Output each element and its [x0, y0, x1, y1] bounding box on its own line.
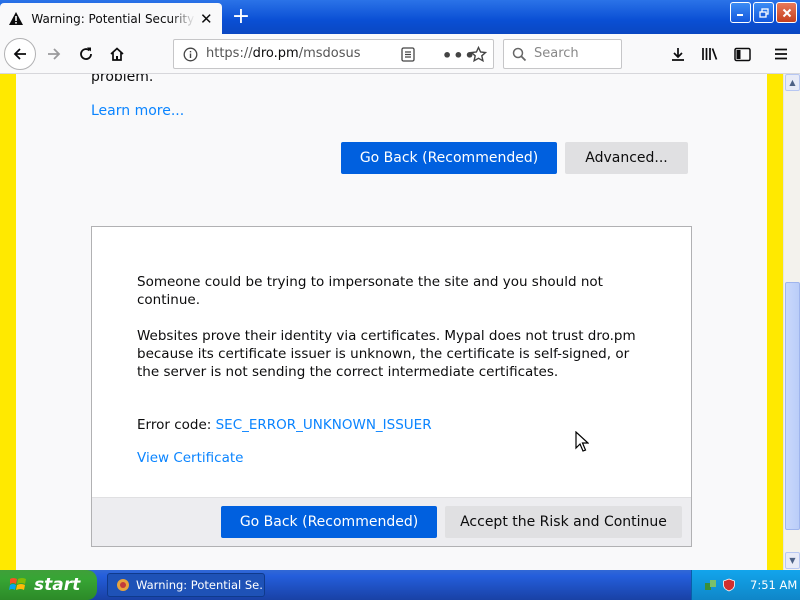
page-content: problem. Learn more... Go Back (Recommen… — [0, 74, 783, 570]
view-certificate-link[interactable]: View Certificate — [137, 450, 243, 466]
taskbar: start Warning: Potential Se... 7:51 AM — [0, 570, 800, 600]
minimize-button[interactable] — [730, 2, 751, 23]
start-button[interactable]: start — [0, 570, 97, 600]
forward-button[interactable] — [38, 38, 70, 70]
new-tab-button[interactable]: + — [228, 5, 254, 29]
reload-icon — [80, 47, 92, 60]
browser-app-icon — [117, 579, 129, 591]
arrow-left-icon — [13, 48, 26, 60]
scroll-down-arrow-icon[interactable]: ▼ — [785, 552, 800, 569]
tab-close-icon[interactable]: ✕ — [199, 10, 214, 28]
download-icon — [672, 48, 684, 61]
clock: 7:51 AM — [750, 578, 798, 592]
url-bar[interactable]: https://dro.pm/msdosus ••• — [173, 39, 494, 69]
window-controls — [730, 2, 797, 23]
mouse-cursor-icon — [575, 430, 590, 453]
taskbar-item-label: Warning: Potential Se... — [136, 578, 265, 592]
search-input[interactable] — [534, 46, 619, 61]
home-button[interactable] — [101, 38, 133, 70]
title-bar: Warning: Potential Security Risk Ahead ✕… — [0, 0, 800, 34]
vertical-scrollbar[interactable]: ▲ ▼ — [783, 74, 800, 570]
certificate-explanation-text: Websites prove their identity via certif… — [137, 328, 636, 380]
windows-flag-icon — [9, 578, 26, 590]
learn-more-link[interactable]: Learn more... — [91, 103, 184, 119]
network-icon — [705, 580, 716, 590]
info-icon[interactable] — [183, 47, 198, 66]
scrollbar-thumb[interactable] — [785, 282, 800, 530]
arrow-right-icon — [48, 48, 61, 60]
go-back-button[interactable]: Go Back (Recommended) — [341, 142, 557, 174]
search-icon — [512, 47, 527, 66]
library-button[interactable] — [694, 38, 726, 70]
security-shield-icon — [723, 578, 735, 592]
start-label: start — [34, 575, 81, 595]
downloads-button[interactable] — [662, 38, 694, 70]
back-button[interactable] — [4, 38, 36, 70]
url-text[interactable]: https://dro.pm/msdosus — [206, 46, 361, 61]
search-bar[interactable] — [503, 39, 622, 69]
problem-text: problem. — [91, 74, 154, 85]
nav-toolbar: https://dro.pm/msdosus ••• — [0, 34, 800, 74]
left-stripe — [0, 74, 16, 570]
advanced-button[interactable]: Advanced... — [565, 142, 688, 174]
advanced-panel-footer: Go Back (Recommended) Accept the Risk an… — [92, 497, 691, 546]
go-back-button-bottom[interactable]: Go Back (Recommended) — [221, 506, 437, 538]
taskbar-browser-item[interactable]: Warning: Potential Se... — [107, 573, 265, 597]
warning-icon — [8, 11, 23, 27]
tab-title: Warning: Potential Security Risk Ahead — [31, 11, 195, 26]
impersonate-warning-text: Someone could be trying to impersonate t… — [137, 274, 603, 308]
reader-view-icon[interactable] — [401, 47, 415, 66]
advanced-panel: Someone could be trying to impersonate t… — [91, 226, 692, 547]
error-code-line: Error code: SEC_ERROR_UNKNOWN_ISSUER — [137, 417, 432, 433]
reload-button[interactable] — [70, 38, 102, 70]
system-tray: 7:51 AM — [691, 570, 800, 600]
home-icon — [110, 47, 124, 61]
restore-button[interactable] — [753, 2, 774, 23]
accept-risk-button[interactable]: Accept the Risk and Continue — [445, 506, 682, 538]
right-stripe — [767, 74, 783, 570]
error-code-label: Error code: — [137, 417, 216, 433]
menu-button[interactable] — [765, 38, 797, 70]
error-code-link[interactable]: SEC_ERROR_UNKNOWN_ISSUER — [216, 417, 432, 433]
scroll-up-arrow-icon[interactable]: ▲ — [785, 74, 800, 91]
sidebar-icon — [733, 47, 751, 61]
close-window-button[interactable] — [776, 2, 797, 23]
tab-active[interactable]: Warning: Potential Security Risk Ahead ✕ — [0, 3, 222, 34]
bookmark-star-icon[interactable] — [469, 45, 488, 67]
sidebar-button[interactable] — [726, 38, 758, 70]
hamburger-menu-icon — [775, 48, 787, 60]
library-icon — [702, 48, 718, 60]
